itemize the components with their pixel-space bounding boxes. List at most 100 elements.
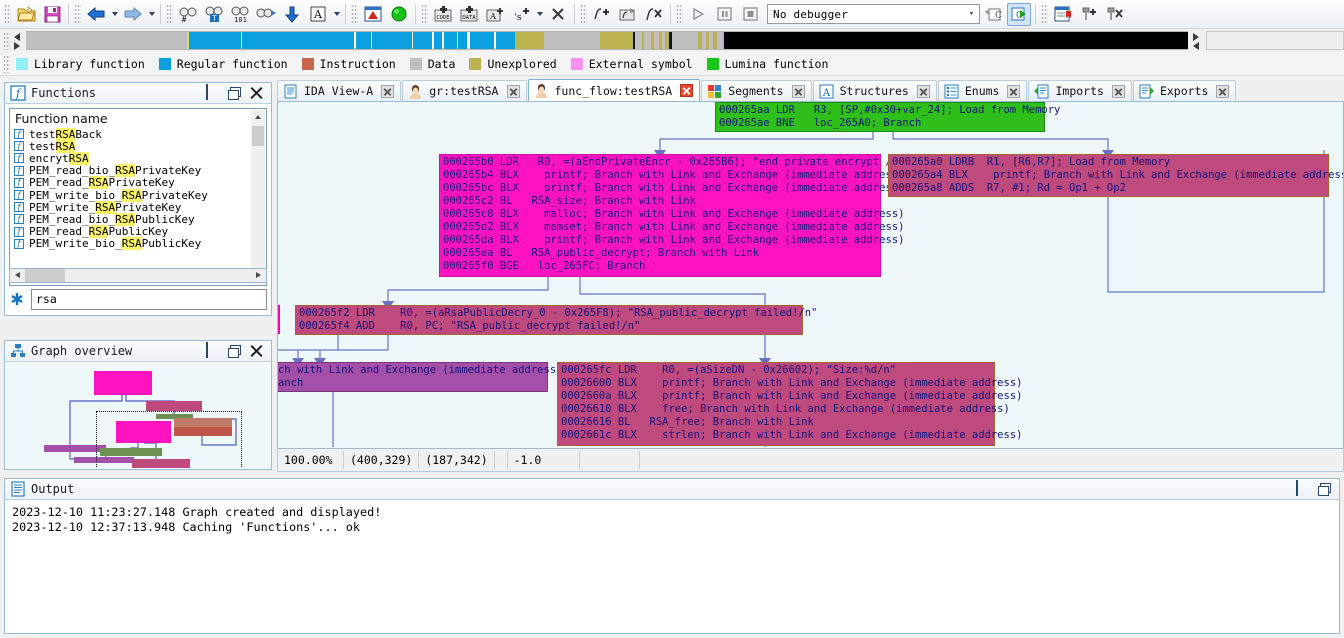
tab-close-icon[interactable] (1111, 84, 1125, 98)
create-function-button[interactable] (590, 3, 614, 26)
forward-button[interactable] (121, 3, 145, 26)
toolbar-grip-5[interactable] (421, 4, 428, 24)
overview-viewport-box[interactable] (96, 411, 242, 468)
toolbar-grip-4[interactable] (351, 4, 358, 24)
navband-segment[interactable] (514, 32, 545, 49)
restore-icon[interactable] (1296, 479, 1309, 496)
make-ascii-button[interactable]: A (483, 3, 507, 26)
navband-segment[interactable] (189, 32, 242, 49)
navband-segment[interactable] (644, 32, 652, 49)
tab-close-icon[interactable] (1007, 84, 1021, 98)
functions-listbox[interactable]: Function name f testRSABack f testRSA f encry… (9, 108, 267, 286)
navband-segment[interactable] (495, 32, 515, 49)
functions-column-header[interactable]: Function name (10, 109, 266, 128)
functions-filter-input[interactable] (31, 288, 267, 310)
edit-function-button[interactable] (616, 3, 640, 26)
tab-structures[interactable]: A Structures (812, 80, 937, 101)
restore-icon[interactable] (206, 341, 219, 358)
functions-rows[interactable]: f testRSABack f testRSA f encrytRSA f PEM_read_… (10, 127, 266, 251)
decompile-button[interactable]: C (981, 3, 1005, 26)
legend-grip[interactable] (3, 54, 10, 73)
close-icon[interactable] (250, 345, 263, 358)
navband-grip[interactable] (3, 31, 10, 50)
navband-segment[interactable] (544, 32, 600, 49)
navband-segment[interactable] (443, 32, 457, 49)
function-list-item[interactable]: f PEM_write_bio_RSAPrivateKey (10, 188, 266, 202)
toolbar-grip-2[interactable] (74, 4, 81, 24)
run-indicator-button[interactable] (387, 3, 411, 26)
stop-button[interactable] (738, 3, 762, 26)
navband-segment[interactable] (458, 32, 468, 49)
navband-segment[interactable] (293, 32, 355, 49)
forward-dropdown[interactable] (146, 3, 157, 25)
undefine-button[interactable] (546, 3, 570, 26)
jump-down-button[interactable] (280, 3, 304, 26)
scroll-right-icon[interactable] (252, 269, 266, 282)
node-crimson-265f2[interactable]: 000265f2 LDR R0, =(aRsaPublicDecry_0 - 0… (295, 305, 817, 335)
function-list-item[interactable]: f PEM_write_RSAPrivateKey (10, 200, 266, 214)
scroll-thumb[interactable] (252, 126, 264, 146)
ascii-string-button[interactable]: A (306, 3, 330, 26)
node-magenta-265b0[interactable]: 000265b0 LDR R0, =(aEndPrivateEncr - 0x2… (439, 154, 904, 277)
search-next-button[interactable] (254, 3, 278, 26)
restore-icon[interactable] (206, 83, 219, 100)
scroll-left-icon[interactable] (10, 269, 24, 282)
node-purple-clipped[interactable]: ch with Link and Exchange (immediate add… (278, 362, 562, 392)
tab-close-icon[interactable] (791, 84, 805, 98)
function-list-item[interactable]: f PEM_read_bio_RSAPrivateKey (10, 164, 266, 178)
back-dropdown[interactable] (109, 3, 120, 25)
function-list-item[interactable]: f testRSABack (10, 127, 266, 141)
tab-gr-testrsa[interactable]: gr:testRSA (402, 80, 527, 101)
jump-to-address-button[interactable]: # (176, 3, 200, 26)
navband-segment[interactable] (599, 32, 633, 49)
delete-bookmark-button[interactable] (1103, 3, 1127, 26)
make-dropdown[interactable] (534, 3, 545, 25)
delete-function-button[interactable] (642, 3, 666, 26)
tab-imports[interactable]: Imports (1028, 80, 1132, 101)
function-list-item[interactable]: f PEM_read_bio_RSAPublicKey (10, 212, 266, 226)
cascade-icon[interactable] (228, 86, 241, 100)
graph-overview-canvas[interactable] (6, 363, 270, 468)
breakpoint-button[interactable] (361, 3, 385, 26)
navband-strip[interactable] (26, 31, 1188, 50)
navband-scroll-left[interactable] (10, 31, 26, 51)
cascade-icon[interactable] (1318, 482, 1331, 496)
tab-close-icon[interactable] (381, 84, 395, 98)
tab-enums[interactable]: Enums (937, 80, 1028, 101)
function-list-item[interactable]: f PEM_write_bio_RSAPublicKey (10, 237, 266, 251)
tab-close-icon[interactable] (1216, 84, 1230, 98)
navband-segment[interactable] (355, 32, 371, 49)
comment-button[interactable] (1051, 3, 1075, 26)
navband-segment[interactable] (26, 32, 187, 49)
navband-segment[interactable] (671, 32, 698, 49)
toolbar-grip-3[interactable] (166, 4, 173, 24)
node-crimson-265a0[interactable]: 000265a0 LDRB R1, [R6,R7]; Load from Mem… (888, 154, 1343, 197)
cascade-icon[interactable] (228, 344, 241, 358)
navband-segment[interactable] (434, 32, 442, 49)
toolbar-grip[interactable] (4, 4, 11, 24)
save-file-button[interactable] (40, 3, 64, 26)
filter-asterisk-icon[interactable] (9, 291, 25, 307)
navband-segment[interactable] (413, 32, 433, 49)
navband-scroll-right[interactable] (1188, 31, 1206, 51)
scroll-up-icon[interactable] (251, 110, 265, 124)
navband-segment[interactable] (372, 32, 412, 49)
debugger-select[interactable]: No debugger ▾ (767, 4, 980, 24)
function-flow-graph[interactable]: 000265aa LDR R3, [SP,#0x30+var_24]; Load… (277, 101, 1344, 448)
node-crimson-265fc[interactable]: 000265fc LDR R0, =(aSizeDN - 0x26602); "… (557, 362, 1022, 446)
close-icon[interactable] (250, 87, 263, 100)
search-sequence-button[interactable]: 101 (228, 3, 252, 26)
function-list-item[interactable]: f PEM_read_RSAPublicKey (10, 225, 266, 239)
navband-segment[interactable] (723, 32, 1188, 49)
navigator-band[interactable] (0, 29, 1344, 52)
tab-segments[interactable]: Segments (701, 80, 812, 101)
functions-horizontal-scrollbar[interactable] (9, 268, 267, 283)
functions-vertical-scrollbar[interactable] (251, 110, 265, 284)
open-file-button[interactable] (14, 3, 38, 26)
navband-segment[interactable] (242, 32, 293, 49)
function-list-item[interactable]: f PEM_read_RSAPrivateKey (10, 176, 266, 190)
ascii-dropdown[interactable] (331, 3, 342, 25)
node-green-265aa[interactable]: 000265aa LDR R3, [SP,#0x30+var_24]; Load… (715, 102, 1060, 132)
tab-close-icon[interactable] (916, 84, 930, 98)
make-struct-button[interactable]: 's (509, 3, 533, 26)
